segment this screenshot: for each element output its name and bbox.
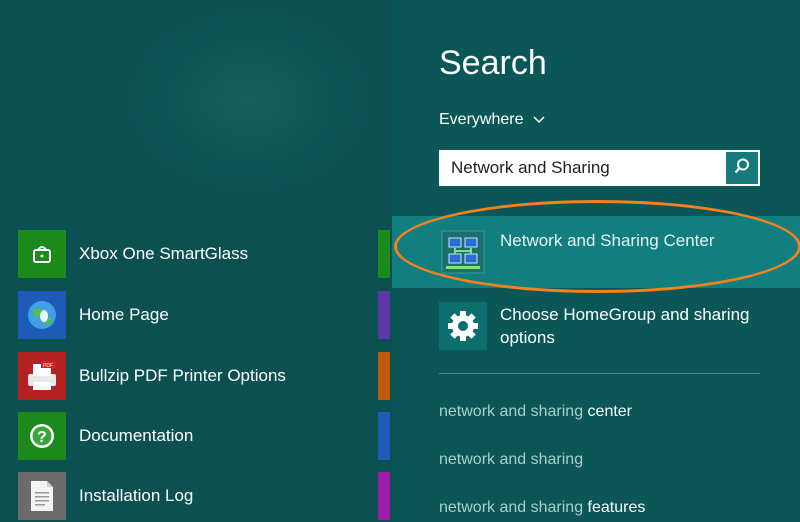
partial-tile[interactable]	[378, 291, 390, 339]
app-item-bullzip-pdf[interactable]: PDF Bullzip PDF Printer Options	[18, 352, 286, 400]
search-icon	[733, 157, 751, 180]
app-item-documentation[interactable]: ? Documentation	[18, 412, 193, 460]
partial-tile[interactable]	[378, 352, 390, 400]
apps-list-panel: Xbox One SmartGlass Home Page PDF Bullzi…	[0, 0, 392, 522]
partial-tile[interactable]	[378, 230, 390, 278]
search-pane-title: Search	[439, 44, 547, 82]
chevron-down-icon	[533, 111, 546, 129]
suggestion-query: network and sharing	[439, 499, 584, 516]
app-label: Bullzip PDF Printer Options	[79, 366, 286, 385]
app-label: Xbox One SmartGlass	[79, 244, 249, 263]
search-box	[439, 150, 760, 186]
search-scope-dropdown[interactable]: Everywhere	[439, 111, 546, 129]
app-label: Home Page	[79, 305, 169, 324]
background-glow	[120, 0, 380, 200]
suggestion-item[interactable]: network and sharing features	[439, 499, 645, 517]
search-scope-label: Everywhere	[439, 111, 524, 128]
svg-text:PDF: PDF	[43, 363, 53, 369]
pdf-printer-icon: PDF	[18, 352, 66, 400]
document-icon	[18, 472, 66, 520]
app-label: Documentation	[79, 426, 194, 445]
search-input[interactable]	[439, 150, 723, 186]
partial-tile[interactable]	[378, 472, 390, 520]
results-divider	[439, 373, 760, 374]
app-item-installation-log[interactable]: Installation Log	[18, 472, 193, 520]
help-icon: ?	[18, 412, 66, 460]
suggestion-item[interactable]: network and sharing center	[439, 403, 632, 421]
result-homegroup-sharing-options[interactable]: Choose HomeGroup and sharing options	[439, 302, 770, 350]
network-icon	[439, 228, 487, 276]
gear-icon	[439, 302, 487, 350]
suggestion-completion: center	[583, 403, 633, 420]
partial-tile[interactable]	[378, 412, 390, 460]
suggestion-query: network and sharing	[439, 451, 584, 468]
app-item-home-page[interactable]: Home Page	[18, 291, 169, 339]
suggestion-query: network and sharing	[439, 403, 584, 420]
suggestion-item[interactable]: network and sharing	[439, 451, 583, 469]
app-item-xbox-smartglass[interactable]: Xbox One SmartGlass	[18, 230, 248, 278]
app-label: Installation Log	[79, 486, 194, 505]
svg-text:?: ?	[37, 429, 47, 446]
xbox-smartglass-icon	[18, 230, 66, 278]
result-label: Network and Sharing Center	[500, 231, 715, 250]
globe-icon	[18, 291, 66, 339]
suggestion-completion: features	[583, 499, 646, 516]
search-button[interactable]	[726, 152, 758, 184]
result-network-and-sharing-center[interactable]: Network and Sharing Center	[439, 228, 715, 276]
result-label: Choose HomeGroup and sharing options	[500, 305, 750, 347]
